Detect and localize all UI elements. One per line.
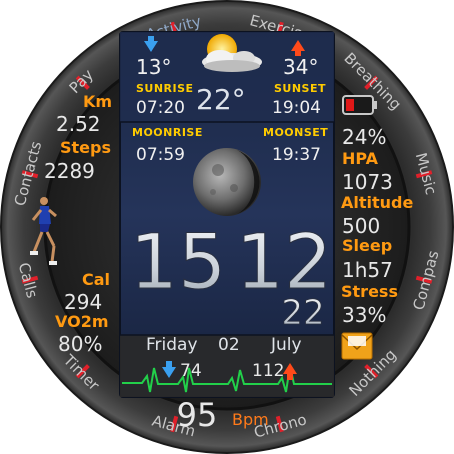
date-month: July: [271, 335, 302, 355]
moon-phase-icon: [193, 148, 261, 216]
min-temperature: 13°: [136, 55, 172, 79]
heart-rate-unit: Bpm: [232, 410, 269, 429]
steps-value[interactable]: 2289: [44, 161, 95, 181]
watch-face: ContactsPayActivity ExerciseBreathingMusi…: [0, 0, 454, 454]
steps-label: Steps: [60, 138, 111, 157]
battery-value[interactable]: 24%: [342, 127, 386, 147]
current-temperature: 22°: [196, 83, 246, 116]
sleep-label: Sleep: [342, 236, 393, 255]
seconds-display: 22: [281, 293, 324, 333]
stress-label: Stress: [341, 282, 398, 301]
heart-rate-max: 112: [252, 361, 285, 381]
distance-label: Km: [83, 92, 113, 111]
sleep-value[interactable]: 1h57: [342, 260, 393, 280]
sunrise-time: 07:20: [136, 98, 185, 118]
moonrise-label: MOONRISE: [132, 126, 203, 139]
calories-value[interactable]: 294: [64, 292, 102, 312]
pressure-value[interactable]: 1073: [342, 172, 393, 192]
moonset-label: MOONSET: [263, 126, 329, 139]
moonrise-time: 07:59: [136, 145, 185, 165]
sunrise-label: SUNRISE: [136, 82, 194, 95]
vo2max-label: VO2m: [55, 312, 109, 331]
moonset-time: 19:37: [272, 145, 321, 165]
heart-rate-min: 74: [180, 361, 202, 381]
pressure-label: HPA: [342, 149, 379, 168]
altitude-label: Altitude: [341, 193, 414, 212]
heart-rate-value: 95: [177, 396, 218, 434]
stress-value[interactable]: 33%: [342, 305, 386, 325]
battery-low-icon[interactable]: [342, 95, 377, 115]
distance-value[interactable]: 2.52: [56, 114, 101, 134]
date-day: 02: [218, 335, 240, 355]
altitude-value[interactable]: 500: [342, 216, 380, 236]
envelope-icon[interactable]: [341, 332, 373, 360]
sunset-time: 19:04: [272, 98, 321, 118]
calories-label: Cal: [82, 270, 111, 289]
date-weekday: Friday: [146, 335, 198, 355]
sunset-label: SUNSET: [274, 82, 327, 95]
vo2max-value[interactable]: 80%: [58, 334, 102, 354]
max-temperature: 34°: [283, 55, 319, 79]
hours-display: 15: [130, 217, 227, 306]
